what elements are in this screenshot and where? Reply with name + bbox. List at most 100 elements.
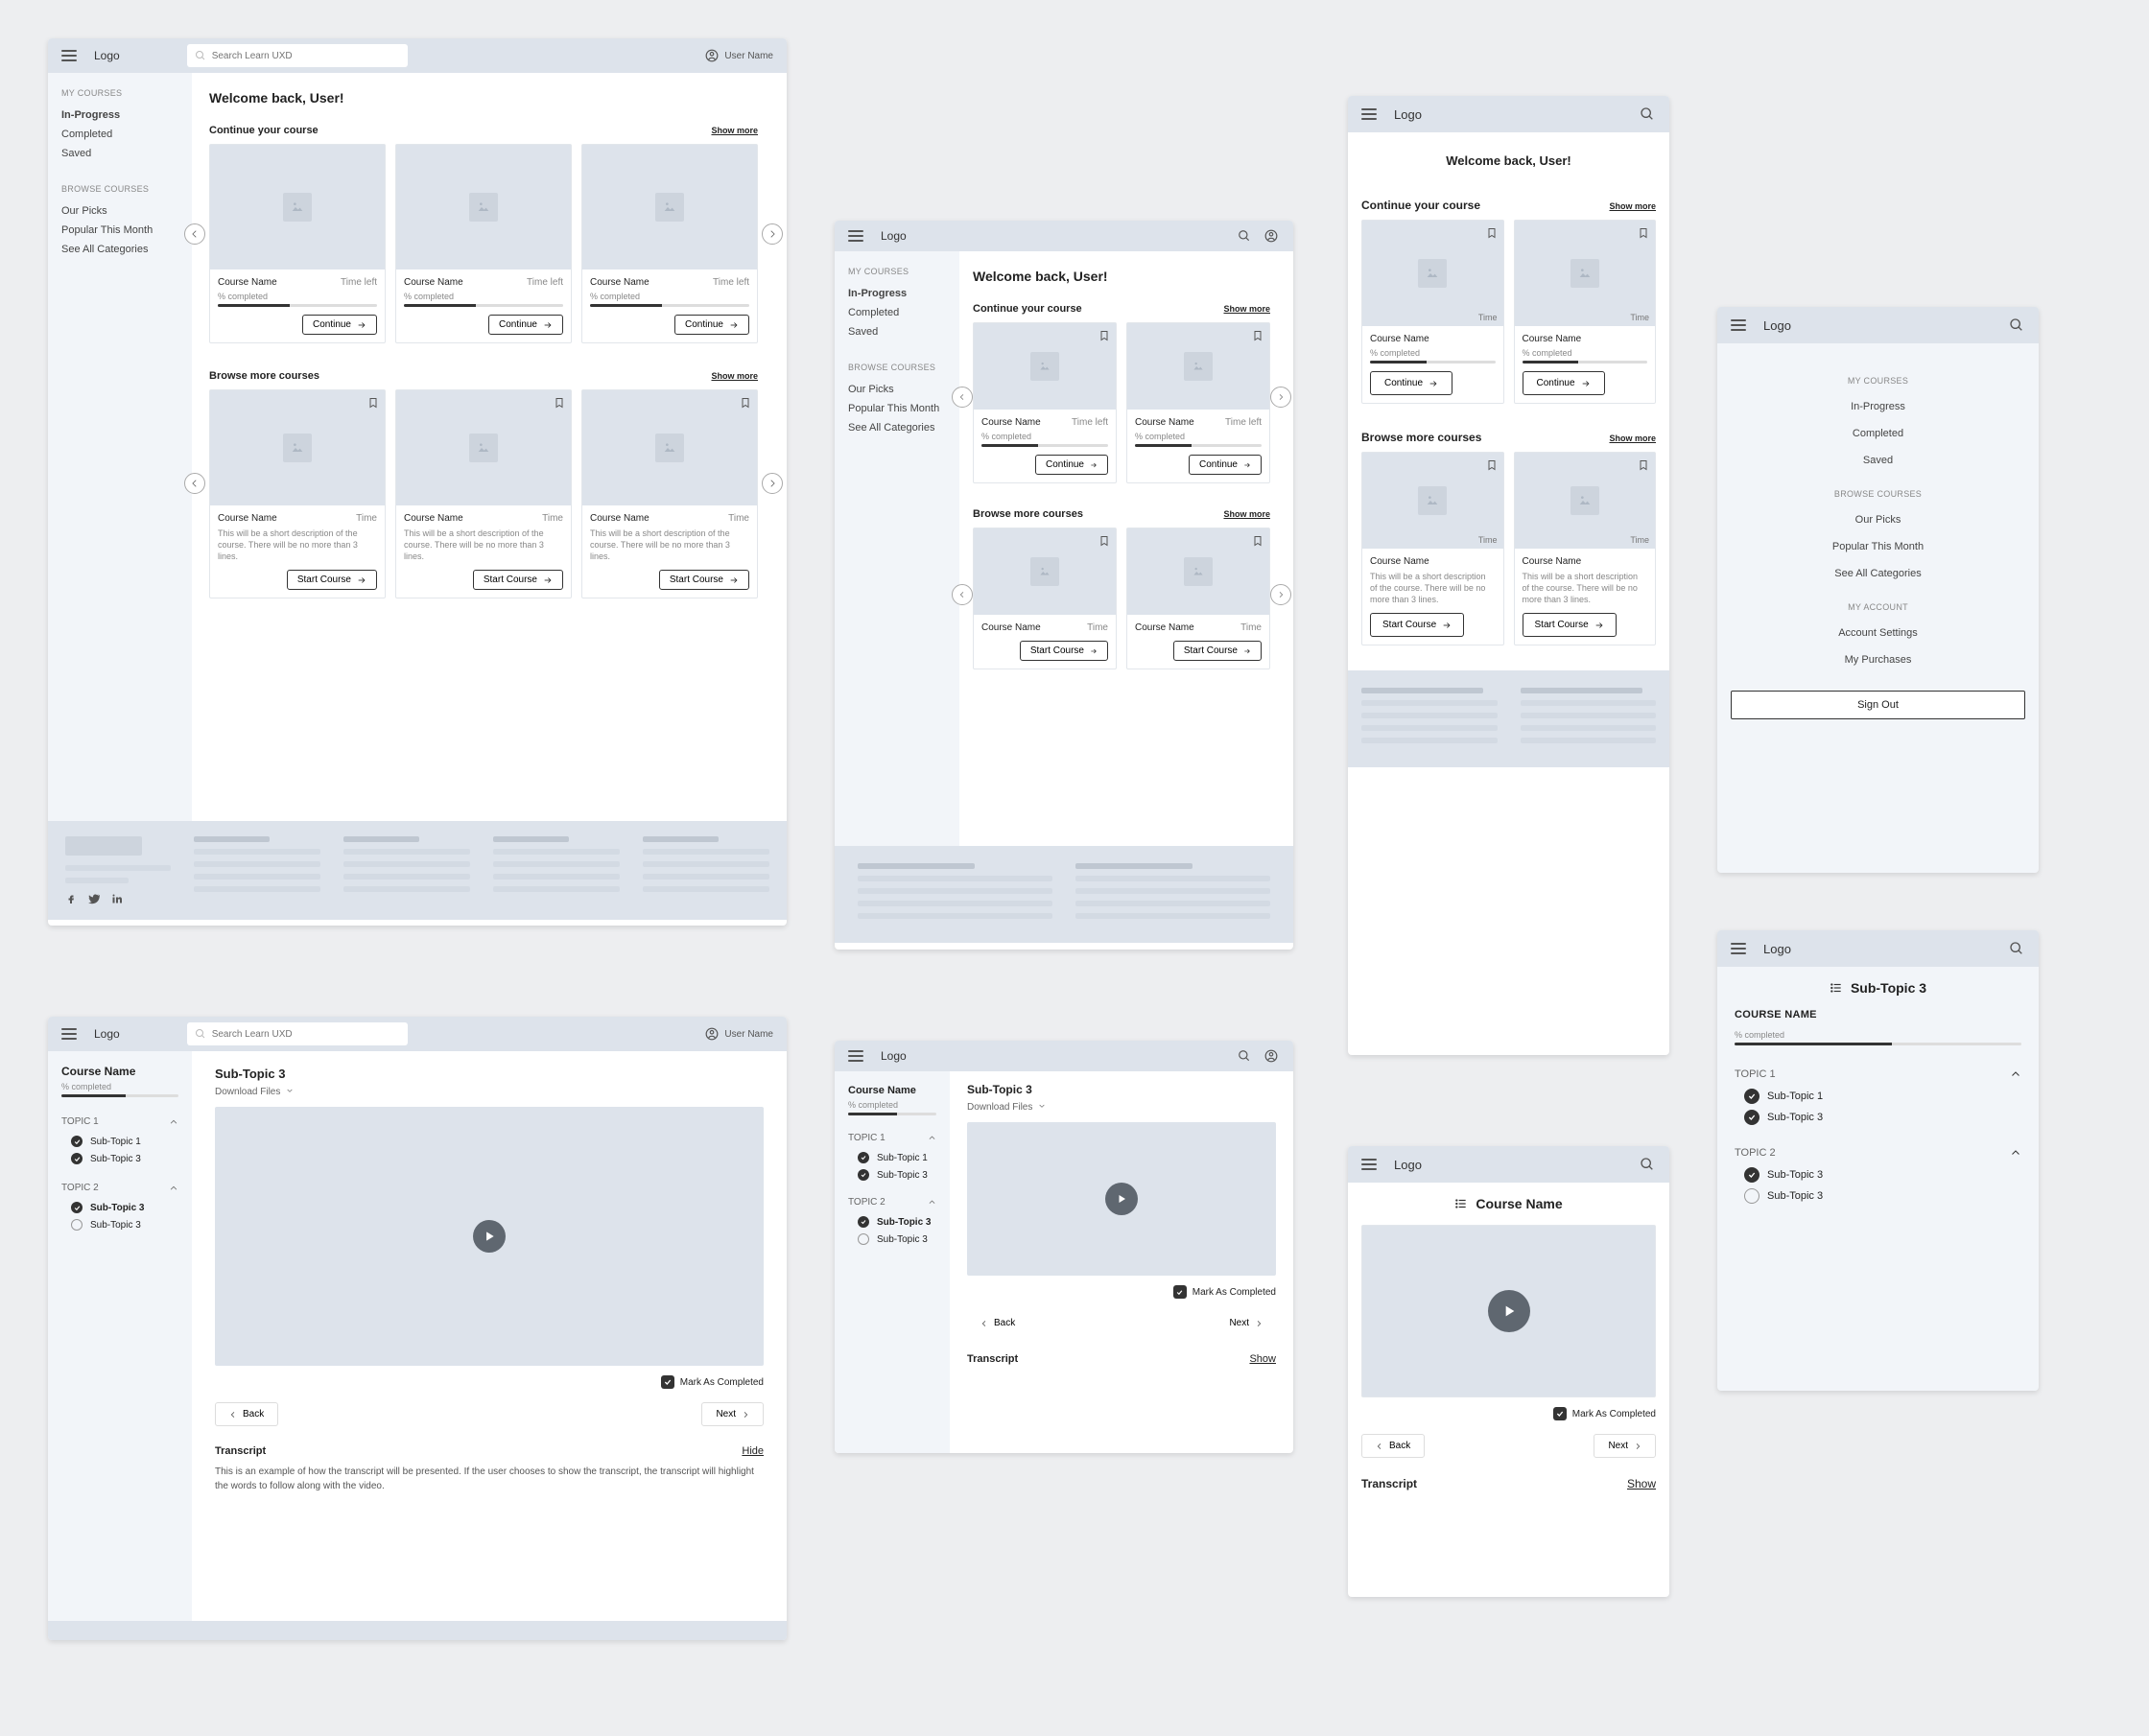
sidebar-item-in-progress[interactable]: In-Progress [848, 284, 946, 303]
topic-toggle-1[interactable]: TOPIC 1 [848, 1127, 936, 1149]
show-transcript-link[interactable]: Show [1627, 1477, 1656, 1490]
subtopic-item[interactable]: Sub-Topic 1 [61, 1133, 178, 1150]
carousel-prev[interactable] [952, 584, 973, 605]
course-card[interactable]: TimeCourse NameThis will be a short desc… [1361, 452, 1504, 645]
course-card[interactable]: Course NameTimeThis will be a short desc… [581, 389, 758, 598]
continue-button[interactable]: Continue [1523, 371, 1605, 395]
subtopic-item[interactable]: Sub-Topic 3 [848, 1231, 936, 1248]
sidebar-item-completed[interactable]: Completed [848, 303, 946, 322]
continue-button[interactable]: Continue [1035, 455, 1108, 475]
video-player[interactable] [215, 1107, 764, 1366]
subtopic-item[interactable]: Sub-Topic 3 [848, 1166, 936, 1184]
start-course-button[interactable]: Start Course [1370, 613, 1464, 637]
topic-toggle-2[interactable]: TOPIC 2 [61, 1177, 178, 1199]
sidebar-item-saved[interactable]: Saved [848, 322, 946, 341]
subtopic-item[interactable]: Sub-Topic 1 [1735, 1086, 2021, 1107]
bookmark-icon[interactable] [1098, 329, 1110, 342]
sign-out-button[interactable]: Sign Out [1731, 691, 2025, 719]
start-course-button[interactable]: Start Course [1523, 613, 1617, 637]
start-course-button[interactable]: Start Course [287, 570, 377, 590]
continue-button[interactable]: Continue [302, 315, 377, 335]
play-icon[interactable] [1488, 1290, 1530, 1332]
bookmark-icon[interactable] [554, 396, 565, 410]
sidebar-item-saved[interactable]: Saved [61, 144, 178, 163]
course-card[interactable]: TimeCourse NameThis will be a short desc… [1514, 452, 1657, 645]
search-icon[interactable] [1639, 1156, 1656, 1173]
mark-completed[interactable]: Mark As Completed [967, 1276, 1276, 1308]
topic-toggle-1[interactable]: TOPIC 1 [1735, 1063, 2021, 1086]
continue-button[interactable]: Continue [488, 315, 563, 335]
show-more-link[interactable]: Show more [1223, 509, 1270, 519]
user-menu[interactable]: User Name [705, 49, 773, 62]
bookmark-icon[interactable] [1638, 226, 1649, 240]
user-icon[interactable] [1263, 1047, 1280, 1065]
menu-item-popular[interactable]: Popular This Month [1717, 533, 2039, 560]
search-input[interactable] [187, 1022, 408, 1045]
subtopic-item[interactable]: Sub-Topic 3 [61, 1150, 178, 1167]
topic-toggle-2[interactable]: TOPIC 2 [1735, 1141, 2021, 1164]
menu-icon[interactable] [848, 230, 863, 242]
continue-button[interactable]: Continue [674, 315, 749, 335]
menu-item-purchases[interactable]: My Purchases [1717, 646, 2039, 673]
course-card[interactable]: Course NameTime left% completedContinue [395, 144, 572, 343]
video-player[interactable] [1361, 1225, 1656, 1397]
carousel-prev[interactable] [184, 473, 205, 494]
subtopic-item[interactable]: Sub-Topic 3 [1735, 1164, 2021, 1185]
carousel-next[interactable] [762, 473, 783, 494]
sidebar-item-categories[interactable]: See All Categories [848, 418, 946, 437]
facebook-icon[interactable] [65, 893, 77, 904]
bookmark-icon[interactable] [367, 396, 379, 410]
start-course-button[interactable]: Start Course [659, 570, 749, 590]
menu-icon[interactable] [61, 1028, 77, 1040]
logo[interactable]: Logo [94, 1027, 120, 1041]
linkedin-icon[interactable] [111, 893, 123, 904]
topic-toggle-1[interactable]: TOPIC 1 [61, 1111, 178, 1133]
download-files[interactable]: Download Files [967, 1096, 1276, 1122]
menu-item-our-picks[interactable]: Our Picks [1717, 506, 2039, 533]
topic-toggle-2[interactable]: TOPIC 2 [848, 1191, 936, 1213]
continue-button[interactable]: Continue [1370, 371, 1452, 395]
sidebar-item-our-picks[interactable]: Our Picks [61, 201, 178, 221]
continue-button[interactable]: Continue [1189, 455, 1262, 475]
user-icon[interactable] [1263, 227, 1280, 245]
logo[interactable]: Logo [881, 229, 907, 243]
show-more-link[interactable]: Show more [711, 371, 758, 381]
carousel-next[interactable] [762, 223, 783, 245]
logo[interactable]: Logo [94, 49, 120, 62]
show-more-link[interactable]: Show more [1223, 304, 1270, 314]
bookmark-icon[interactable] [1252, 329, 1263, 342]
subtopic-item[interactable]: Sub-Topic 1 [848, 1149, 936, 1166]
course-name-header[interactable]: Course Name [1361, 1183, 1656, 1225]
next-button[interactable]: Next [1216, 1312, 1276, 1334]
carousel-next[interactable] [1270, 584, 1291, 605]
subtopic-item[interactable]: Sub-Topic 3 [61, 1199, 178, 1216]
video-player[interactable] [967, 1122, 1276, 1276]
bookmark-icon[interactable] [740, 396, 751, 410]
course-card[interactable]: Course NameTimeStart Course [973, 528, 1117, 669]
carousel-prev[interactable] [952, 387, 973, 408]
bookmark-icon[interactable] [1098, 534, 1110, 548]
logo[interactable]: Logo [1763, 942, 1791, 956]
menu-icon[interactable] [848, 1050, 863, 1062]
sidebar-item-completed[interactable]: Completed [61, 125, 178, 144]
course-card[interactable]: Course NameTime left % completed Continu… [209, 144, 386, 343]
search-icon[interactable] [1236, 227, 1253, 245]
carousel-next[interactable] [1270, 387, 1291, 408]
show-more-link[interactable]: Show more [711, 126, 758, 135]
course-card[interactable]: Course NameTimeStart Course [1126, 528, 1270, 669]
search-input[interactable] [187, 44, 408, 67]
start-course-button[interactable]: Start Course [473, 570, 563, 590]
logo[interactable]: Logo [1763, 318, 1791, 333]
subtopic-item[interactable]: Sub-Topic 3 [1735, 1185, 2021, 1207]
logo[interactable]: Logo [1394, 1158, 1422, 1172]
bookmark-icon[interactable] [1486, 226, 1498, 240]
back-button[interactable]: Back [967, 1312, 1028, 1334]
user-menu[interactable]: User Name [705, 1027, 773, 1041]
menu-icon[interactable] [1361, 108, 1377, 120]
course-card[interactable]: Course NameTime left% completedContinue [581, 144, 758, 343]
menu-item-in-progress[interactable]: In-Progress [1717, 393, 2039, 420]
sidebar-item-popular[interactable]: Popular This Month [61, 221, 178, 240]
start-course-button[interactable]: Start Course [1173, 641, 1262, 661]
subtopic-item[interactable]: Sub-Topic 3 [1735, 1107, 2021, 1128]
menu-item-completed[interactable]: Completed [1717, 420, 2039, 447]
